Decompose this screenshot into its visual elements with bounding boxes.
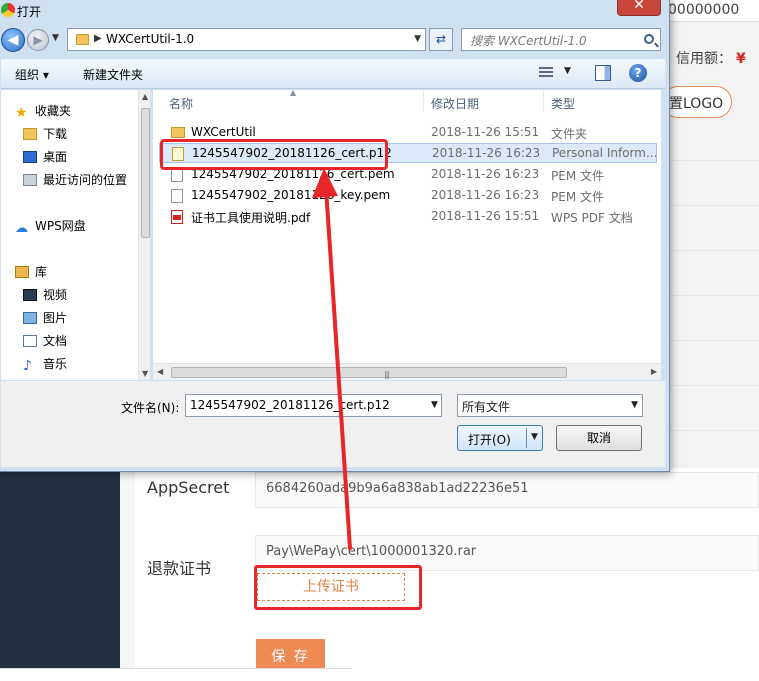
search-icon[interactable] xyxy=(644,34,654,44)
chevron-down-icon[interactable]: ▼ xyxy=(631,400,638,410)
set-logo-button[interactable]: 置LOGO xyxy=(662,86,732,118)
navigation-bar: ◀ ▶ ▼ ▶ WXCertUtil-1.0 ▼ ⇄ 搜索 WXCertUtil… xyxy=(0,25,669,55)
pdf-icon xyxy=(171,210,183,224)
column-modified[interactable]: 修改日期 xyxy=(431,90,479,114)
nav-desktop[interactable]: 桌面 xyxy=(23,148,67,165)
top-input[interactable]: 00000000 xyxy=(660,0,759,22)
desktop-icon xyxy=(23,151,37,163)
annotation-upload-highlight xyxy=(254,565,422,610)
file-icon xyxy=(171,168,183,182)
filename-label: 文件名(N): xyxy=(121,401,180,415)
annotation-file-highlight xyxy=(160,139,388,170)
column-type[interactable]: 类型 xyxy=(551,90,575,114)
credit-label: 信用额： ¥ xyxy=(676,51,746,67)
filename-dropdown-icon[interactable]: ▼ xyxy=(431,400,438,410)
file-icon xyxy=(171,189,183,203)
bottom-bar xyxy=(0,668,352,681)
scroll-up-icon[interactable]: ▲ xyxy=(142,92,148,101)
nav-wps-cloud[interactable]: ☁ WPS网盘 xyxy=(15,217,86,236)
nav-pictures[interactable]: 图片 xyxy=(23,309,67,326)
column-name[interactable]: 名称 xyxy=(169,90,193,114)
appsecret-field[interactable]: 6684260ada9b9a6a838ab1ad22236e51 xyxy=(255,472,759,508)
currency-symbol: ¥ xyxy=(736,51,746,67)
nav-documents[interactable]: 文档 xyxy=(23,332,67,349)
music-icon: ♪ xyxy=(23,358,32,374)
filename-input[interactable]: 1245547902_20181126_cert.p12 xyxy=(185,394,442,417)
folder-icon xyxy=(76,34,89,45)
nav-music[interactable]: ♪ 音乐 xyxy=(23,355,67,374)
recent-places-icon xyxy=(23,174,37,186)
file-row[interactable]: 1245547902_20181126_key.pem 2018-11-26 1… xyxy=(159,186,657,206)
horizontal-scrollbar[interactable]: ◀ ||| ▶ xyxy=(153,363,661,380)
address-path[interactable]: WXCertUtil-1.0 xyxy=(106,32,194,46)
organize-menu[interactable]: 组织 ▾ xyxy=(15,66,49,83)
downloads-icon xyxy=(23,128,37,140)
scroll-thumb[interactable]: ||| xyxy=(171,367,567,379)
close-button[interactable]: ✕ xyxy=(617,0,661,16)
nav-scrollbar[interactable]: ▲ ▼ xyxy=(138,90,150,380)
dialog-toolbar: 组织 ▾ 新建文件夹 ▼ ? xyxy=(1,59,665,89)
cloud-icon: ☁ xyxy=(15,221,28,236)
sort-ascending-icon: ▲ xyxy=(290,88,297,97)
appsecret-label: AppSecret xyxy=(147,478,230,497)
nav-favorites[interactable]: ★ 收藏夹 xyxy=(15,102,71,121)
search-input[interactable]: 搜索 WXCertUtil-1.0 xyxy=(461,28,661,51)
column-separator[interactable] xyxy=(423,92,424,112)
nav-downloads[interactable]: 下载 xyxy=(23,125,67,142)
nav-libraries[interactable]: 库 xyxy=(15,263,47,280)
navigation-pane: ★ 收藏夹 下载 桌面 最近访问的位置 ☁ WPS网盘 库 视频 图片 文档 ♪ 音乐… xyxy=(1,90,151,380)
documents-icon xyxy=(23,335,37,347)
open-file-dialog: 打开 ✕ ◀ ▶ ▼ ▶ WXCertUtil-1.0 ▼ ⇄ 搜索 WXCer… xyxy=(0,0,670,472)
open-options-dropdown-icon[interactable]: ▼ xyxy=(531,432,538,442)
open-button[interactable]: 打开(O) ▼ xyxy=(457,425,543,451)
split-divider xyxy=(526,428,527,448)
cancel-button[interactable]: 取消 xyxy=(556,425,642,451)
view-dropdown-icon[interactable]: ▼ xyxy=(564,66,571,76)
address-bar[interactable]: ▶ WXCertUtil-1.0 ▼ xyxy=(67,28,426,51)
star-icon: ★ xyxy=(15,105,28,121)
nav-recent[interactable]: 最近访问的位置 xyxy=(23,171,127,188)
column-separator[interactable] xyxy=(543,92,544,112)
dialog-title: 打开 xyxy=(17,5,42,19)
history-dropdown-icon[interactable]: ▼ xyxy=(52,33,59,43)
file-row[interactable]: 证书工具使用说明.pdf 2018-11-26 15:51 WPS PDF 文档 xyxy=(159,207,657,227)
left-sidebar xyxy=(0,468,120,681)
refund-cert-label: 退款证书 xyxy=(147,559,212,578)
chrome-icon xyxy=(1,3,15,17)
back-button[interactable]: ◀ xyxy=(1,28,25,52)
nav-videos[interactable]: 视频 xyxy=(23,286,67,303)
search-placeholder: 搜索 WXCertUtil-1.0 xyxy=(470,34,587,48)
chevron-right-icon[interactable]: ▶ xyxy=(94,33,102,44)
address-dropdown-icon[interactable]: ▼ xyxy=(414,34,421,44)
preview-pane-icon[interactable] xyxy=(595,65,611,81)
view-options-icon[interactable] xyxy=(539,67,553,79)
filetype-select[interactable]: 所有文件 ▼ xyxy=(457,394,643,417)
dialog-footer: 文件名(N): 1245547902_20181126_cert.p12 ▼ 所… xyxy=(1,381,665,467)
library-icon xyxy=(15,266,29,278)
scroll-left-icon[interactable]: ◀ xyxy=(157,367,163,376)
forward-button[interactable]: ▶ xyxy=(27,29,49,51)
scroll-thumb[interactable] xyxy=(141,108,150,238)
pictures-icon xyxy=(23,312,37,324)
video-icon xyxy=(23,289,37,301)
refresh-button[interactable]: ⇄ xyxy=(429,28,453,51)
dialog-titlebar[interactable]: 打开 ✕ xyxy=(0,0,669,25)
scroll-down-icon[interactable]: ▼ xyxy=(142,369,148,378)
folder-icon xyxy=(171,127,185,138)
grip-icon: ||| xyxy=(384,370,390,379)
scroll-right-icon[interactable]: ▶ xyxy=(651,367,657,376)
new-folder-button[interactable]: 新建文件夹 xyxy=(83,66,143,83)
file-list: ▲ 名称 修改日期 类型 WXCertUtil 2018-11-26 15:51… xyxy=(153,88,661,380)
help-icon[interactable]: ? xyxy=(629,64,647,82)
